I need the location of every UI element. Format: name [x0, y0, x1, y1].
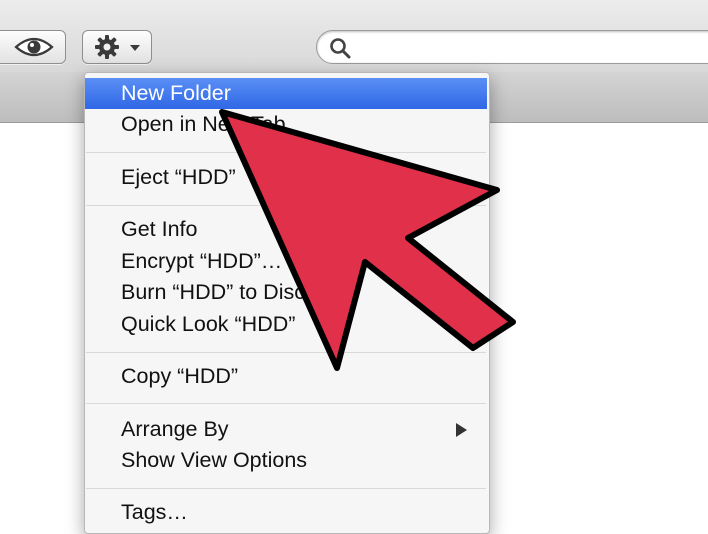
menu-separator [86, 205, 486, 206]
search-field[interactable] [316, 30, 708, 64]
gear-icon [95, 35, 119, 59]
search-input[interactable] [359, 35, 703, 61]
menu-item-eject[interactable]: Eject “HDD” [85, 162, 487, 193]
menu-item-quick-look[interactable]: Quick Look “HDD” [85, 309, 487, 340]
menu-item-encrypt[interactable]: Encrypt “HDD”… [85, 246, 487, 277]
menu-item-new-folder[interactable]: New Folder [85, 78, 487, 109]
menu-item-arrange-by[interactable]: Arrange By [85, 414, 487, 445]
menu-item-burn[interactable]: Burn “HDD” to Disc… [85, 277, 487, 308]
finder-toolbar [0, 0, 708, 72]
menu-item-get-info[interactable]: Get Info [85, 214, 487, 245]
magnifier-icon [330, 38, 351, 59]
eye-icon [14, 37, 54, 57]
quick-look-button[interactable] [0, 30, 66, 64]
menu-separator [86, 352, 486, 353]
menu-item-show-view-options[interactable]: Show View Options [85, 445, 487, 476]
chevron-down-icon [130, 45, 140, 51]
menu-item-arrange-by-label: Arrange By [121, 417, 229, 441]
menu-separator [86, 152, 486, 153]
menu-separator [86, 403, 486, 404]
menu-separator [86, 488, 486, 489]
menu-item-open-in-new-tab[interactable]: Open in New Tab [85, 109, 487, 140]
action-context-menu: New Folder Open in New Tab Eject “HDD” G… [84, 72, 490, 534]
menu-item-tags[interactable]: Tags… [85, 497, 487, 528]
menu-item-copy[interactable]: Copy “HDD” [85, 361, 487, 392]
submenu-arrow-icon [456, 423, 467, 437]
action-menu-button[interactable] [82, 30, 152, 64]
